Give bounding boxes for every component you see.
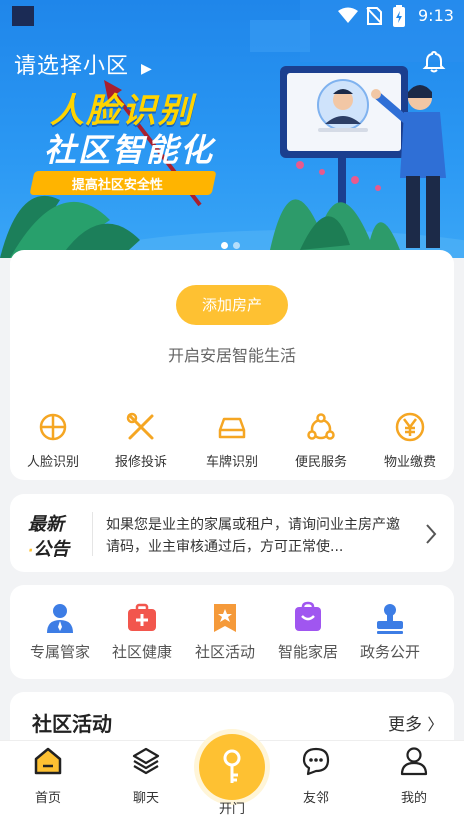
tool-label: 专属管家 xyxy=(29,643,90,661)
tab-chat[interactable]: 聊天 xyxy=(110,746,182,806)
pagination-dot-active[interactable] xyxy=(221,242,228,249)
announcement-text[interactable]: 如果您是业主的家属或租户，请询问业主房产邀请码，业主审核通过后，方可正常使... xyxy=(106,514,412,558)
medical-kit-icon xyxy=(128,603,156,631)
pagination-dot[interactable] xyxy=(233,242,240,249)
status-time: 9:13 xyxy=(418,6,454,25)
no-sim-icon xyxy=(366,7,382,25)
chevron-right-icon[interactable]: 〉 xyxy=(427,715,443,734)
tool-label: 社区活动 xyxy=(194,643,255,661)
wifi-icon xyxy=(338,7,358,23)
service-label: 人脸识别 xyxy=(26,455,79,470)
announcement-logo-line2: ·公告 xyxy=(28,539,70,560)
tool-health[interactable]: 社区健康 xyxy=(98,601,186,662)
key-icon xyxy=(223,749,241,783)
community-selector-label[interactable]: 请选择小区 xyxy=(14,54,129,79)
service-property-fee[interactable]: 物业缴费 xyxy=(370,410,450,470)
message-bubble-icon xyxy=(302,747,330,776)
more-link[interactable]: 更多 〉 xyxy=(388,710,443,735)
battery-icon xyxy=(393,5,405,27)
community-selector[interactable]: 请选择小区 ▶ xyxy=(14,48,153,80)
open-door-button[interactable] xyxy=(199,734,265,800)
banner-subheadline: 社区智能化 xyxy=(44,131,215,169)
tab-neighbors[interactable]: 友邻 xyxy=(280,746,352,806)
service-repair[interactable]: 报修投诉 xyxy=(101,410,181,470)
app-notification-icon xyxy=(12,6,34,26)
activity-badge-icon xyxy=(214,604,236,632)
layers-chat-icon xyxy=(132,747,160,775)
tab-home[interactable]: 首页 xyxy=(12,746,84,806)
tab-label: 我的 xyxy=(400,791,427,806)
tool-label: 智能家居 xyxy=(277,643,338,661)
tool-government[interactable]: 政务公开 xyxy=(346,601,434,662)
home-icon xyxy=(34,747,62,775)
user-icon xyxy=(400,747,428,776)
service-label: 物业缴费 xyxy=(383,455,436,470)
banner-tagline-pill: 提高社区安全性 xyxy=(29,171,217,195)
tab-label: 聊天 xyxy=(132,791,159,806)
tab-label: 首页 xyxy=(34,791,61,806)
caret-right-icon[interactable]: ▶ xyxy=(141,61,153,77)
tool-label: 政务公开 xyxy=(359,643,420,661)
face-recognition-icon xyxy=(39,413,67,441)
smart-home-icon xyxy=(295,601,321,631)
butler-icon xyxy=(47,604,73,633)
repair-tools-icon xyxy=(126,412,154,440)
service-label: 便民服务 xyxy=(294,455,347,470)
bell-icon[interactable] xyxy=(422,50,446,74)
tab-me[interactable]: 我的 xyxy=(378,746,450,806)
tool-smart-home[interactable]: 智能家居 xyxy=(264,601,352,662)
divider xyxy=(92,512,93,556)
service-label: 报修投诉 xyxy=(114,455,167,470)
more-link-label[interactable]: 更多 xyxy=(388,715,422,735)
service-label: 车牌识别 xyxy=(205,455,258,470)
service-license-plate[interactable]: 车牌识别 xyxy=(192,410,272,470)
home-slogan: 开启安居智能生活 xyxy=(167,346,296,365)
banner-tagline: 提高社区安全性 xyxy=(71,178,163,193)
tool-butler[interactable]: 专属管家 xyxy=(16,601,104,662)
hero-banner[interactable]: 人脸识别 社区智能化 提高社区安全性 xyxy=(0,0,464,258)
status-bar: 9:13 xyxy=(0,0,464,32)
service-convenience[interactable]: 便民服务 xyxy=(281,410,361,470)
tab-label: 友邻 xyxy=(302,791,329,806)
activities-title: 社区活动 xyxy=(32,712,112,736)
service-face-recognition[interactable]: 人脸识别 xyxy=(13,410,93,470)
tool-label: 社区健康 xyxy=(111,643,172,661)
tab-label: 开门 xyxy=(218,802,245,817)
government-stamp-icon xyxy=(377,604,403,634)
chevron-right-icon[interactable] xyxy=(424,523,438,545)
service-network-icon xyxy=(307,413,335,440)
add-property-button[interactable]: 添加房产 xyxy=(176,285,288,325)
tool-activity[interactable]: 社区活动 xyxy=(181,601,269,662)
car-icon xyxy=(218,417,246,439)
announcement-logo-line1: 最新 xyxy=(28,514,64,535)
yen-payment-icon xyxy=(395,412,425,442)
